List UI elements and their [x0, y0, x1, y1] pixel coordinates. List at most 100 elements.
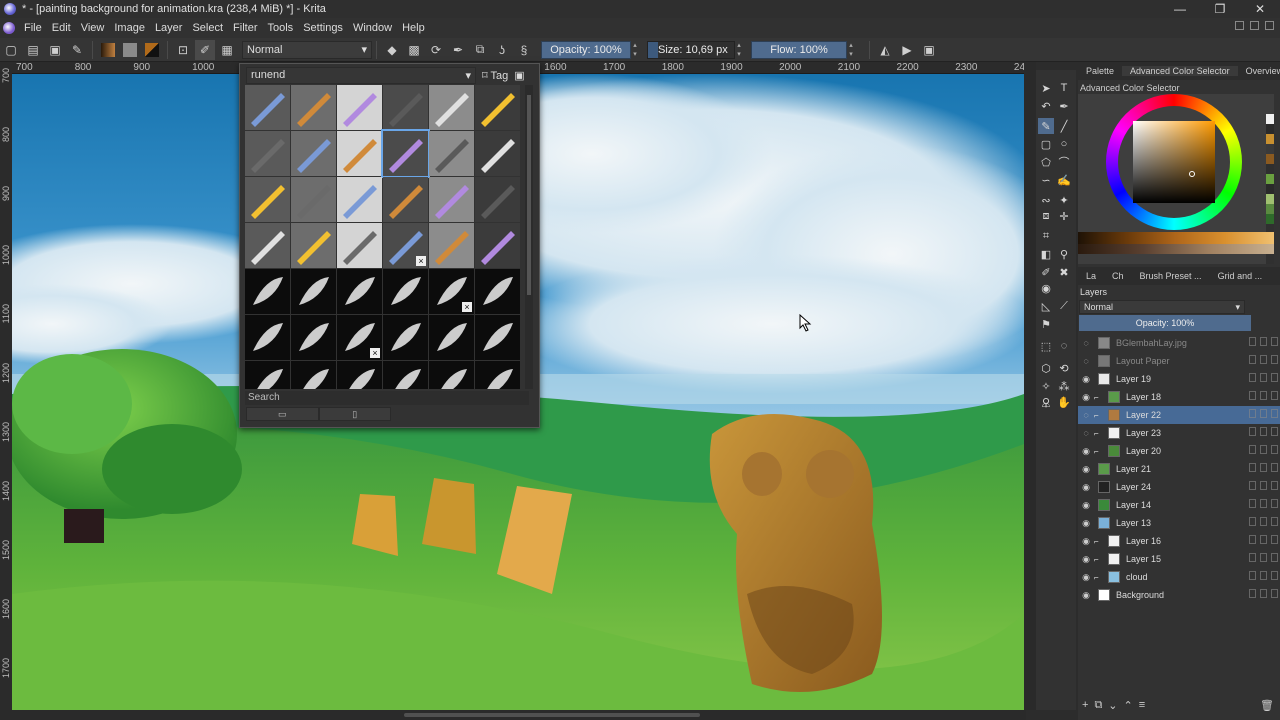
alpha-lock-icon[interactable]: [1260, 391, 1267, 400]
popup-menu-icon[interactable]: ▣: [514, 69, 524, 82]
rectangle-icon[interactable]: ▢: [1038, 136, 1054, 152]
move-icon[interactable]: ✛: [1056, 208, 1072, 224]
lock-icon[interactable]: [1249, 409, 1256, 418]
eraser-mode-icon[interactable]: ◆: [382, 40, 402, 60]
color-swatch[interactable]: [1266, 134, 1274, 144]
color-swatch[interactable]: [1266, 124, 1274, 134]
inherit-alpha-icon[interactable]: [1271, 481, 1278, 490]
tab-layers[interactable]: La: [1078, 271, 1104, 281]
close-button[interactable]: ✕: [1240, 0, 1280, 18]
brush-preset-tile[interactable]: [337, 361, 382, 389]
brush-preset-tile[interactable]: [337, 269, 382, 314]
calligraphy-icon[interactable]: ✒: [1056, 98, 1072, 114]
blend-mode-combo[interactable]: Normal ▾: [242, 40, 372, 59]
layer-row[interactable]: ◉ ⌐ Layer 15: [1078, 550, 1280, 568]
brush-preset-tile[interactable]: [291, 85, 336, 130]
pan-icon[interactable]: ✋: [1056, 394, 1072, 410]
layer-row[interactable]: ◌ BGlembahLay.jpg: [1078, 334, 1280, 352]
menu-settings[interactable]: Settings: [298, 22, 348, 34]
brush-preset-tile[interactable]: [383, 177, 428, 222]
brush-preset-tile[interactable]: [429, 223, 474, 268]
lock-icon[interactable]: [1249, 427, 1256, 436]
visibility-eye-icon[interactable]: ◉: [1078, 482, 1094, 493]
flow-slider[interactable]: Flow: 100%: [751, 40, 847, 59]
contiguous-select-icon[interactable]: ✧: [1038, 378, 1054, 394]
alpha-lock-icon[interactable]: [1260, 481, 1267, 490]
maximize-button[interactable]: ❐: [1200, 0, 1240, 18]
size-spin[interactable]: ▴ ▾: [735, 41, 743, 59]
brush-preset-tile[interactable]: [337, 177, 382, 222]
color-swatch[interactable]: [1266, 114, 1274, 124]
brush-grid-scrollbar[interactable]: [525, 85, 533, 389]
lasso-icon[interactable]: ʖ: [492, 40, 512, 60]
brush-preset-tile[interactable]: [245, 131, 290, 176]
lock-icon[interactable]: [1249, 517, 1256, 526]
brush-preset-tile[interactable]: [475, 223, 520, 268]
visibility-eye-icon[interactable]: ◉: [1078, 518, 1094, 529]
inherit-alpha-icon[interactable]: [1271, 499, 1278, 508]
select-shapes-icon[interactable]: ➤: [1038, 80, 1054, 96]
smart-patch-icon[interactable]: ✖: [1056, 264, 1072, 280]
brush-preset-tile[interactable]: [245, 315, 290, 360]
menu-edit[interactable]: Edit: [47, 22, 76, 34]
menu-select[interactable]: Select: [187, 22, 228, 34]
layer-row[interactable]: ◉ ⌐ Layer 16: [1078, 532, 1280, 550]
brush-preset-tile[interactable]: [245, 177, 290, 222]
lock-icon[interactable]: [1249, 589, 1256, 598]
visibility-eye-icon[interactable]: ◌: [1078, 428, 1094, 438]
color-swatch[interactable]: [1266, 204, 1274, 214]
brush-preset-tile[interactable]: [475, 361, 520, 389]
brush-preset-tile[interactable]: [291, 223, 336, 268]
lock-icon[interactable]: [1249, 445, 1256, 454]
alpha-lock-icon[interactable]: [1260, 373, 1267, 382]
minimize-button[interactable]: —: [1160, 0, 1200, 18]
layer-row[interactable]: ◉ Layer 21: [1078, 460, 1280, 478]
lock-icon[interactable]: [1249, 481, 1256, 490]
visibility-eye-icon[interactable]: ◉: [1078, 500, 1094, 511]
brush-preset-tile[interactable]: [383, 315, 428, 360]
alpha-lock-icon[interactable]: [1260, 355, 1267, 364]
fg-bg-color-icon[interactable]: [142, 40, 162, 60]
advanced-color-selector[interactable]: [1078, 94, 1274, 264]
layer-blend-mode-combo[interactable]: Normal ▾: [1079, 300, 1245, 314]
pattern-swatch-icon[interactable]: [120, 40, 140, 60]
reference-images-icon[interactable]: ⚑: [1038, 316, 1054, 332]
layer-row[interactable]: ◉ ⌐ Layer 18: [1078, 388, 1280, 406]
brush-grid-scroll-thumb[interactable]: [527, 95, 531, 295]
similar-select-icon[interactable]: ⁂: [1056, 378, 1072, 394]
menu-image[interactable]: Image: [109, 22, 150, 34]
brush-grid-icon[interactable]: ▦: [217, 40, 237, 60]
opacity-spin[interactable]: ▴ ▾: [631, 41, 639, 59]
color-picker-icon[interactable]: ⚲: [1056, 246, 1072, 262]
horizontal-scroll-thumb[interactable]: [404, 713, 700, 717]
visibility-eye-icon[interactable]: ◌: [1078, 410, 1094, 420]
color-swatch[interactable]: [1266, 254, 1274, 264]
brush-preset-tile[interactable]: [475, 131, 520, 176]
visibility-eye-icon[interactable]: ◉: [1078, 464, 1094, 475]
menu-file[interactable]: File: [19, 22, 47, 34]
freehand-path-icon[interactable]: ✍: [1056, 172, 1072, 188]
layer-row[interactable]: ◌ ⌐ Layer 23: [1078, 424, 1280, 442]
open-document-icon[interactable]: ▤: [23, 40, 43, 60]
brush-preset-tile[interactable]: [245, 223, 290, 268]
visibility-eye-icon[interactable]: ◉: [1078, 374, 1094, 385]
layer-row[interactable]: ◉ ⌐ cloud: [1078, 568, 1280, 586]
brush-preset-tile[interactable]: [383, 269, 428, 314]
visibility-eye-icon[interactable]: ◉: [1078, 446, 1094, 457]
brush-preset-tile[interactable]: [291, 361, 336, 389]
canvas-only-icon[interactable]: ▣: [919, 40, 939, 60]
brush-preset-tile[interactable]: [291, 315, 336, 360]
inherit-alpha-icon[interactable]: [1271, 517, 1278, 526]
dynamic-brush-icon[interactable]: ∾: [1038, 192, 1054, 208]
doc-close-icon[interactable]: [1265, 21, 1274, 30]
layer-row[interactable]: ◌ ⌐ Layer 22: [1078, 406, 1280, 424]
tab-advanced-color-selector[interactable]: Advanced Color Selector: [1122, 66, 1238, 76]
brush-preset-tile[interactable]: [291, 269, 336, 314]
visibility-eye-icon[interactable]: ◌: [1078, 356, 1094, 366]
doc-restore-icon[interactable]: [1250, 21, 1259, 30]
import-resource-button[interactable]: ▭: [246, 407, 319, 421]
fill-icon[interactable]: ◉: [1038, 280, 1054, 296]
polyline-icon[interactable]: ⌒: [1056, 154, 1072, 170]
brush-preset-tile[interactable]: ×: [337, 315, 382, 360]
lock-icon[interactable]: [1249, 391, 1256, 400]
